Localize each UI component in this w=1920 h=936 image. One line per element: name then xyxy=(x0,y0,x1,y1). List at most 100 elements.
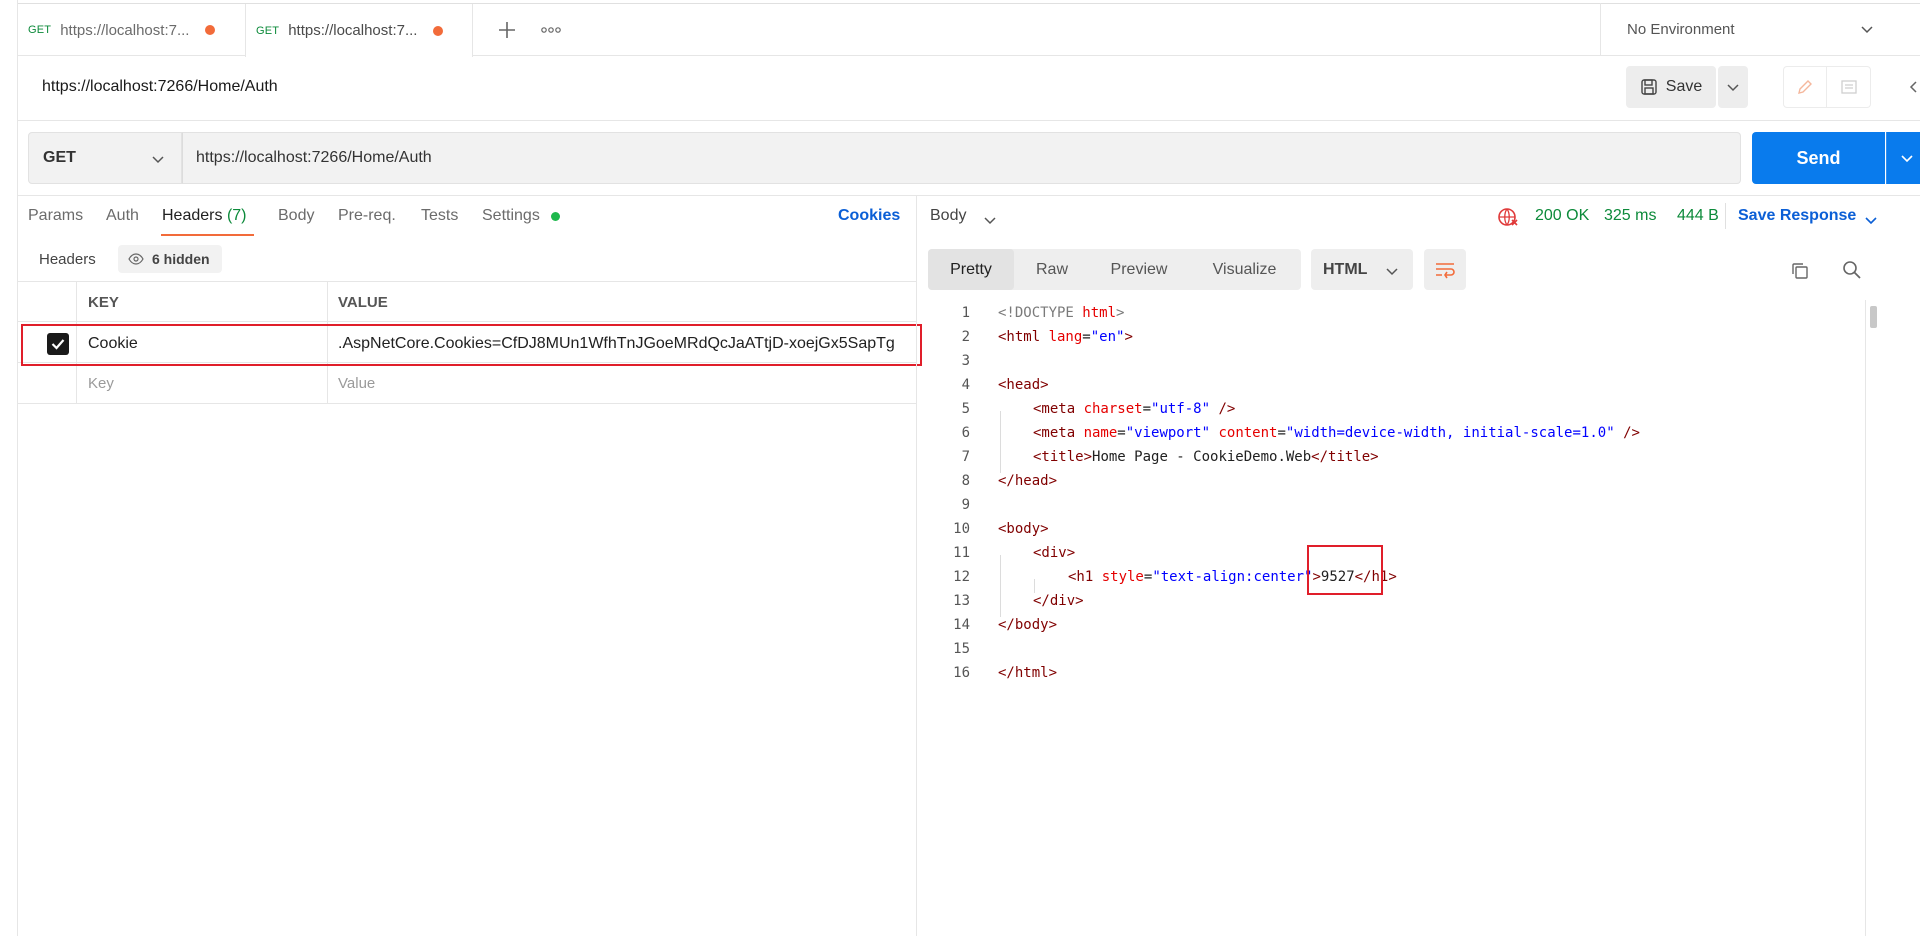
scrollbar-track xyxy=(1865,300,1866,936)
column-value: VALUE xyxy=(338,294,388,311)
code-token: = xyxy=(1277,425,1286,441)
method-select[interactable]: GET xyxy=(28,132,182,184)
line-number: 12 xyxy=(953,569,970,585)
unsaved-dot xyxy=(433,25,444,36)
code-token: <!DOCTYPE xyxy=(998,305,1083,321)
line-number: 9 xyxy=(961,497,970,513)
save-options-button[interactable] xyxy=(1718,66,1748,108)
hidden-count: 6 hidden xyxy=(152,251,210,267)
code-token: "viewport" xyxy=(1125,425,1211,441)
new-value-input[interactable]: Value xyxy=(338,375,375,392)
code-line: <div> xyxy=(1033,545,1075,561)
chevron-down-icon xyxy=(1727,84,1739,92)
annotation-highlight xyxy=(21,324,922,366)
response-body-selector[interactable]: Body xyxy=(930,207,966,225)
line-number: 16 xyxy=(953,665,970,681)
tab-visualize[interactable]: Visualize xyxy=(1188,249,1301,290)
code-token: "width=device-width, initial-scale=1.0" xyxy=(1285,425,1615,441)
code-line: <meta name="viewport" content="width=dev… xyxy=(1033,425,1640,441)
wrap-lines-icon xyxy=(1436,262,1455,278)
code-token: <body> xyxy=(998,521,1049,537)
search-icon[interactable] xyxy=(1842,260,1862,280)
code-token: <h1 xyxy=(1068,569,1102,585)
tab-preview[interactable]: Preview xyxy=(1090,249,1188,290)
code-token: </body> xyxy=(998,617,1058,633)
code-token: style xyxy=(1101,569,1144,585)
more-tabs-button[interactable] xyxy=(534,4,568,56)
divider xyxy=(18,120,1920,121)
request-tab-2[interactable]: GET https://localhost:7... xyxy=(245,4,473,57)
format-select[interactable]: HTML xyxy=(1311,249,1413,290)
save-label: Save xyxy=(1665,78,1703,95)
send-options-button[interactable] xyxy=(1886,132,1920,184)
code-line: <html lang="en"> xyxy=(998,329,1133,345)
response-time: 325 ms xyxy=(1604,207,1657,224)
chevron-down-icon[interactable] xyxy=(983,213,997,227)
code-line: <body> xyxy=(998,521,1049,537)
divider xyxy=(1725,203,1726,229)
code-token: content xyxy=(1210,425,1278,441)
cookies-link[interactable]: Cookies xyxy=(838,207,900,225)
format-value: HTML xyxy=(1323,260,1368,278)
code-token: </title> xyxy=(1311,449,1379,465)
tab-method: GET xyxy=(28,24,52,36)
url-input[interactable]: https://localhost:7266/Home/Auth xyxy=(182,132,1741,184)
chevron-down-icon[interactable] xyxy=(1864,213,1878,227)
code-token: html xyxy=(1082,305,1117,321)
tab-prereq[interactable]: Pre-req. xyxy=(338,207,396,225)
tab-settings[interactable]: Settings xyxy=(482,207,540,225)
request-tab-1[interactable]: GET https://localhost:7... xyxy=(28,4,254,56)
tab-headers[interactable]: Headers (7) xyxy=(162,207,247,225)
code-line: </body> xyxy=(998,617,1057,633)
code-token: Home Page - CookieDemo.Web xyxy=(1092,449,1312,465)
code-token: "utf-8" xyxy=(1151,401,1211,417)
send-button[interactable]: Send xyxy=(1752,132,1885,184)
indent-guide xyxy=(1000,555,1001,617)
chevron-left-icon[interactable] xyxy=(1908,80,1918,94)
line-number: 10 xyxy=(953,521,970,537)
active-tab-indicator xyxy=(161,234,254,236)
code-token: <div> xyxy=(1033,545,1076,561)
eye-icon xyxy=(128,253,144,265)
pane-divider[interactable] xyxy=(916,196,917,936)
headers-count: (7) xyxy=(226,207,247,224)
globe-icon[interactable] xyxy=(1496,205,1520,229)
code-token: /> xyxy=(1614,425,1640,441)
code-line: <meta charset="utf-8" /> xyxy=(1033,401,1235,417)
scrollbar-thumb[interactable] xyxy=(1870,306,1877,328)
tab-body[interactable]: Body xyxy=(278,207,314,225)
table-header: KEY VALUE xyxy=(18,281,917,322)
code-line: </html> xyxy=(998,665,1057,681)
tab-tests[interactable]: Tests xyxy=(421,207,458,225)
code-token: charset xyxy=(1083,401,1143,417)
document-icon xyxy=(1840,80,1857,94)
line-number: 11 xyxy=(953,545,970,561)
code-line: <!DOCTYPE html> xyxy=(998,305,1124,321)
edit-button[interactable] xyxy=(1783,66,1827,108)
tab-params[interactable]: Params xyxy=(28,207,83,225)
save-icon xyxy=(1641,79,1657,95)
code-token: = xyxy=(1082,329,1091,345)
copy-icon[interactable] xyxy=(1790,261,1810,281)
response-size: 444 B xyxy=(1677,207,1719,224)
line-number: 14 xyxy=(953,617,970,633)
hidden-headers-toggle[interactable]: 6 hidden xyxy=(118,245,222,273)
documentation-button[interactable] xyxy=(1827,66,1871,108)
line-number: 3 xyxy=(961,353,970,369)
tab-raw[interactable]: Raw xyxy=(1014,249,1090,290)
new-key-input[interactable]: Key xyxy=(88,375,114,392)
chevron-down-icon xyxy=(1861,26,1873,34)
settings-status-dot xyxy=(551,212,560,221)
save-response-button[interactable]: Save Response xyxy=(1738,207,1856,225)
new-tab-button[interactable] xyxy=(488,4,526,56)
tab-auth[interactable]: Auth xyxy=(106,207,139,225)
line-number: 13 xyxy=(953,593,970,609)
environment-label: No Environment xyxy=(1627,21,1735,38)
wrap-lines-button[interactable] xyxy=(1424,249,1466,290)
environment-selector[interactable]: No Environment xyxy=(1600,3,1902,56)
tab-pretty[interactable]: Pretty xyxy=(928,249,1014,290)
code-token: "text-align:center" xyxy=(1152,569,1313,585)
save-button[interactable]: Save xyxy=(1626,66,1716,108)
code-token: "en" xyxy=(1090,329,1125,345)
request-title[interactable]: https://localhost:7266/Home/Auth xyxy=(42,78,278,96)
